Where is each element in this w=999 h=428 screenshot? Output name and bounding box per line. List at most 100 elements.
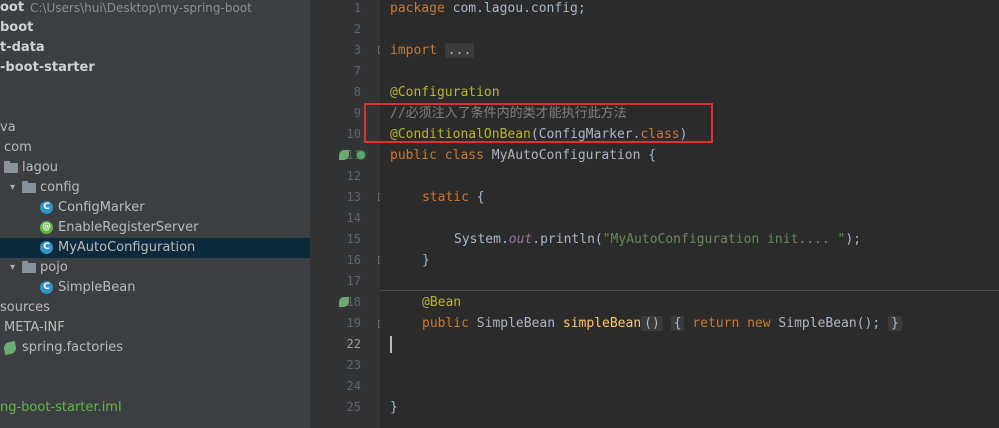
line-number: 15 xyxy=(346,232,361,246)
text-caret xyxy=(390,336,392,353)
package-folder-icon xyxy=(22,261,36,273)
line-number: 18 xyxy=(346,295,361,309)
statement-end: ); xyxy=(845,232,862,247)
tree-class-configmarker[interactable]: C ConfigMarker xyxy=(0,198,310,218)
fold-close[interactable]: } xyxy=(888,316,902,331)
line-number: 16 xyxy=(346,253,361,267)
code-line-3[interactable]: import ... xyxy=(390,40,475,61)
code-editor[interactable]: package com.lagou.config; import ... @Co… xyxy=(380,0,999,428)
keyword: public class xyxy=(390,148,484,163)
code-line-25[interactable]: } xyxy=(390,397,398,418)
keyword: return new xyxy=(692,316,771,331)
annotation-icon: @ xyxy=(40,221,53,234)
line-number: 12 xyxy=(346,169,361,183)
project-tool-window: oot C:\Users\hui\Desktop\my-spring-boot bo… xyxy=(0,0,310,428)
tree-item-label: EnableRegisterServer xyxy=(58,220,199,235)
tree-blank2[interactable] xyxy=(0,358,310,378)
tree-blank[interactable] xyxy=(0,78,310,98)
annotation: @Configuration xyxy=(390,85,500,100)
tree-folder-meta-inf[interactable]: META-INF xyxy=(0,318,310,338)
line-number: 17 xyxy=(346,274,361,288)
tree-folder-java[interactable]: va xyxy=(0,118,310,138)
line-number: 2 xyxy=(353,22,361,36)
code-line-13[interactable]: static { xyxy=(422,187,485,208)
code-line-18[interactable]: @Bean xyxy=(422,292,461,313)
java-class-icon: C xyxy=(40,281,53,294)
tree-item-label: lagou xyxy=(22,160,59,175)
tree-item-label: t-data xyxy=(0,40,45,55)
line-number: 14 xyxy=(346,211,361,225)
line-number: 9 xyxy=(353,106,361,120)
code-line-8[interactable]: @Configuration xyxy=(390,82,500,103)
tree-item-label: spring.factories xyxy=(22,340,124,355)
tree-file-iml[interactable]: ng-boot-starter.iml xyxy=(0,398,310,418)
package-folder-icon xyxy=(22,181,36,193)
code-line-1[interactable]: package com.lagou.config; xyxy=(390,0,586,19)
spring-leaf-icon xyxy=(3,341,17,355)
code-line-15[interactable]: System.out.println("MyAutoConfiguration … xyxy=(454,229,861,250)
tree-class-myautoconfiguration[interactable]: C MyAutoConfiguration xyxy=(0,238,310,258)
editor-gutter: 1 2 3 7 8 9 10 11 12 13 14 15 16 17 18 19 22 23 24 25 xyxy=(311,0,386,428)
line-number: 19 xyxy=(346,316,361,330)
tree-file-spring-factories[interactable]: spring.factories xyxy=(0,338,310,358)
tree-item-label: va xyxy=(0,120,16,135)
annotation: @Bean xyxy=(422,295,462,310)
folded-imports[interactable]: ... xyxy=(444,43,475,58)
line-number: 11 xyxy=(346,148,361,162)
bean-gutter-icon[interactable] xyxy=(339,297,349,307)
tree-class-simplebean[interactable]: C SimpleBean xyxy=(0,278,310,298)
keyword: public xyxy=(422,316,469,331)
static-field: out xyxy=(508,232,533,247)
tree-module-starter[interactable]: -boot-starter xyxy=(0,58,310,78)
tree-item-label: SimpleBean xyxy=(58,280,136,295)
line-number: 24 xyxy=(346,379,361,393)
brace: } xyxy=(390,400,398,415)
line-number: 3 xyxy=(353,43,361,57)
line-number: 8 xyxy=(353,85,361,99)
line-number: 23 xyxy=(346,358,361,372)
expand-arrow-icon[interactable]: ▾ xyxy=(10,178,15,198)
line-number: 1 xyxy=(353,1,361,15)
code-line-11[interactable]: public class MyAutoConfiguration { xyxy=(390,145,656,166)
tree-item-label: config xyxy=(40,180,80,195)
keyword: package xyxy=(390,1,445,16)
tree-package-config[interactable]: ▾ config xyxy=(0,178,310,198)
tree-root-project[interactable]: oot C:\Users\hui\Desktop\my-spring-boot xyxy=(0,0,310,18)
line-number: 13 xyxy=(346,190,361,204)
highlight-annotation-box xyxy=(364,103,713,143)
spring-bean-gutter-icon[interactable] xyxy=(339,150,349,160)
string-literal: "MyAutoConfiguration init.... " xyxy=(602,232,846,247)
tree-item-label: ng-boot-starter.iml xyxy=(0,400,122,415)
java-class-icon: C xyxy=(40,201,53,214)
package-name: com.lagou.config; xyxy=(444,1,586,16)
tree-module-boot[interactable]: boot xyxy=(0,18,310,38)
tree-item-label: oot xyxy=(0,0,25,15)
tree-folder-resources[interactable]: sources xyxy=(0,298,310,318)
expand-arrow-icon[interactable]: ▾ xyxy=(10,258,15,278)
java-class-icon: C xyxy=(40,241,53,254)
return-type: SimpleBean xyxy=(468,316,563,331)
line-number: 22 xyxy=(346,337,361,351)
tree-blank3[interactable] xyxy=(0,378,310,398)
line-number: 10 xyxy=(346,127,361,141)
tree-package-com[interactable]: com xyxy=(0,138,310,158)
tree-item-label: META-INF xyxy=(4,320,65,335)
project-path: C:\Users\hui\Desktop\my-spring-boot xyxy=(30,1,252,15)
system-ref: System. xyxy=(454,232,509,247)
tree-item-label: sources xyxy=(0,300,50,315)
method-call: .println( xyxy=(532,232,603,247)
code-line-16[interactable]: } xyxy=(422,250,430,271)
tree-item-label: -boot-starter xyxy=(0,60,95,75)
tree-module-data[interactable]: t-data xyxy=(0,38,310,58)
constructor-call: SimpleBean(); xyxy=(770,316,881,331)
tree-annotation-enableregisterserver[interactable]: @ EnableRegisterServer xyxy=(0,218,310,238)
tree-package-lagou[interactable]: lagou xyxy=(0,158,310,178)
keyword: import xyxy=(390,43,437,58)
method-separator xyxy=(380,290,999,291)
spring-config-gutter-icon[interactable] xyxy=(356,150,366,160)
keyword: static xyxy=(422,190,469,205)
tree-package-pojo[interactable]: ▾ pojo xyxy=(0,258,310,278)
fold-open[interactable]: { xyxy=(670,316,685,331)
line-number: 25 xyxy=(346,400,361,414)
code-line-19[interactable]: public SimpleBean simpleBean() { return … xyxy=(422,313,902,334)
